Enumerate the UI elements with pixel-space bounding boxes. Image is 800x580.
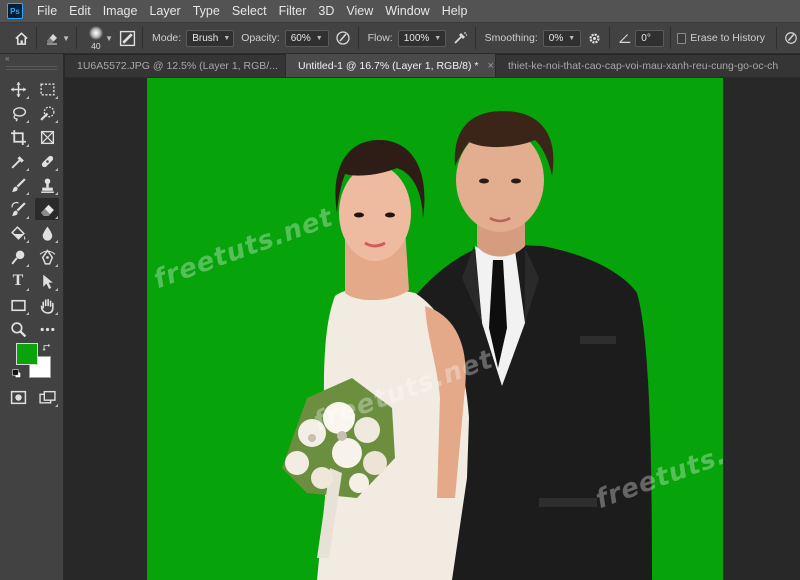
menu-3d[interactable]: 3D — [312, 0, 340, 22]
brush-size-value: 40 — [91, 41, 101, 51]
angle-icon — [616, 27, 633, 49]
separator — [36, 27, 37, 49]
menu-image[interactable]: Image — [97, 0, 144, 22]
foreground-color-swatch[interactable] — [16, 343, 38, 365]
crop-tool-icon[interactable] — [6, 126, 30, 148]
menu-file[interactable]: File — [31, 0, 63, 22]
options-bar: ▼ 40 ▼ Mode: Brush ▼ Opacity: 60% ▼ Flow: … — [0, 22, 800, 54]
smoothing-input[interactable]: 0% ▼ — [542, 29, 582, 47]
panel-collapse-icon[interactable]: « — [0, 54, 63, 64]
marquee-tool-icon[interactable] — [35, 78, 59, 100]
brush-settings-icon[interactable] — [119, 27, 136, 49]
screen-mode-icon[interactable] — [35, 386, 59, 408]
menu-layer[interactable]: Layer — [143, 0, 186, 22]
brush-tool-icon[interactable] — [6, 174, 30, 196]
tab-untitled-1[interactable]: Untitled-1 @ 16.7% (Layer 1, RGB/8) * × — [286, 54, 496, 77]
angle-input[interactable]: 0° — [635, 29, 665, 47]
menu-help[interactable]: Help — [436, 0, 474, 22]
eyedropper-tool-icon[interactable] — [6, 150, 30, 172]
erase-to-history-label: Erase to History — [690, 32, 765, 44]
separator — [775, 27, 777, 49]
quick-selection-tool-icon[interactable] — [35, 102, 59, 124]
separator — [357, 27, 359, 49]
chevron-down-icon[interactable]: ▼ — [62, 34, 70, 43]
zoom-tool-icon[interactable] — [6, 318, 30, 340]
lasso-tool-icon[interactable] — [6, 102, 30, 124]
paint-bucket-tool-icon[interactable] — [6, 222, 30, 244]
eraser-tool-icon[interactable] — [35, 198, 59, 220]
chevron-down-icon: ▼ — [223, 34, 231, 42]
frame-tool-icon[interactable] — [35, 126, 59, 148]
home-icon[interactable] — [13, 27, 30, 49]
mode-value: Brush — [192, 32, 219, 44]
move-tool-icon[interactable] — [6, 78, 30, 100]
menu-window[interactable]: Window — [379, 0, 435, 22]
separator — [609, 27, 611, 49]
close-icon[interactable]: × — [487, 60, 493, 72]
history-brush-tool-icon[interactable] — [6, 198, 30, 220]
separator — [142, 27, 143, 49]
angle-value: 0° — [641, 32, 651, 44]
menu-type[interactable]: Type — [187, 0, 226, 22]
opacity-input[interactable]: 60% ▼ — [284, 29, 329, 47]
photoshop-logo: Ps — [7, 3, 23, 19]
canvas-workspace[interactable]: freetuts.net freetuts.net freetuts.net — [65, 78, 800, 580]
separator — [670, 27, 672, 49]
pen-tool-icon[interactable] — [35, 246, 59, 268]
pressure-opacity-icon[interactable] — [335, 27, 352, 49]
airbrush-icon[interactable] — [452, 27, 469, 49]
default-colors-icon[interactable] — [11, 368, 23, 380]
healing-brush-tool-icon[interactable] — [35, 150, 59, 172]
flow-value: 100% — [403, 32, 430, 44]
mode-select[interactable]: Brush ▼ — [186, 29, 235, 47]
tab-label: thiet-ke-noi-that-cao-cap-voi-mau-xanh-r… — [508, 59, 779, 72]
menu-view[interactable]: View — [340, 0, 379, 22]
tab-label: Untitled-1 @ 16.7% (Layer 1, RGB/8) * — [298, 59, 479, 72]
quick-mask-icon[interactable] — [6, 386, 30, 408]
separator — [474, 27, 476, 49]
blur-tool-icon[interactable] — [35, 222, 59, 244]
smoothing-label: Smoothing: — [484, 32, 538, 44]
smoothing-value: 0% — [548, 32, 564, 44]
hand-tool-icon[interactable] — [35, 294, 59, 316]
gear-icon[interactable] — [586, 27, 603, 49]
chevron-down-icon: ▼ — [568, 34, 576, 42]
tab-label: 1U6A5572.JPG @ 12.5% (Layer 1, RGB/... — [77, 59, 278, 72]
chevron-down-icon: ▼ — [434, 34, 442, 42]
document-canvas[interactable]: freetuts.net freetuts.net freetuts.net — [147, 78, 723, 580]
menu-edit[interactable]: Edit — [63, 0, 97, 22]
panel-grip[interactable] — [6, 66, 57, 70]
eraser-preset-icon[interactable] — [43, 27, 60, 49]
document-tabs: 1U6A5572.JPG @ 12.5% (Layer 1, RGB/...× … — [65, 54, 800, 78]
chevron-down-icon: ▼ — [315, 34, 323, 42]
tab-thiet-ke-noi-that[interactable]: thiet-ke-noi-that-cao-cap-voi-mau-xanh-r… — [496, 54, 800, 77]
more-tools-icon[interactable] — [35, 318, 59, 340]
swap-colors-icon[interactable] — [40, 341, 54, 353]
dodge-tool-icon[interactable] — [6, 246, 30, 268]
type-tool-glyph: T — [12, 272, 24, 289]
brush-size-picker[interactable]: 40 — [83, 24, 103, 52]
menu-select[interactable]: Select — [226, 0, 273, 22]
pressure-size-icon[interactable] — [783, 27, 800, 49]
flow-input[interactable]: 100% ▼ — [397, 29, 446, 47]
brush-tip-icon — [88, 26, 103, 40]
rectangle-tool-icon[interactable] — [6, 294, 30, 316]
opacity-label: Opacity: — [241, 32, 280, 44]
tools-panel: « T — [0, 54, 64, 580]
separator — [76, 27, 77, 49]
couple-photo-layer — [282, 111, 652, 580]
clone-stamp-tool-icon[interactable] — [35, 174, 59, 196]
menu-bar: Ps File Edit Image Layer Type Select Fil… — [0, 0, 800, 22]
flow-label: Flow: — [367, 32, 393, 44]
type-tool-icon[interactable]: T — [6, 270, 30, 292]
menu-filter[interactable]: Filter — [273, 0, 313, 22]
opacity-value: 60% — [290, 32, 311, 44]
mode-label: Mode: — [152, 32, 182, 44]
tab-1u6a5572[interactable]: 1U6A5572.JPG @ 12.5% (Layer 1, RGB/...× — [65, 54, 286, 77]
erase-to-history-checkbox[interactable] — [677, 32, 687, 44]
path-selection-tool-icon[interactable] — [35, 270, 59, 292]
